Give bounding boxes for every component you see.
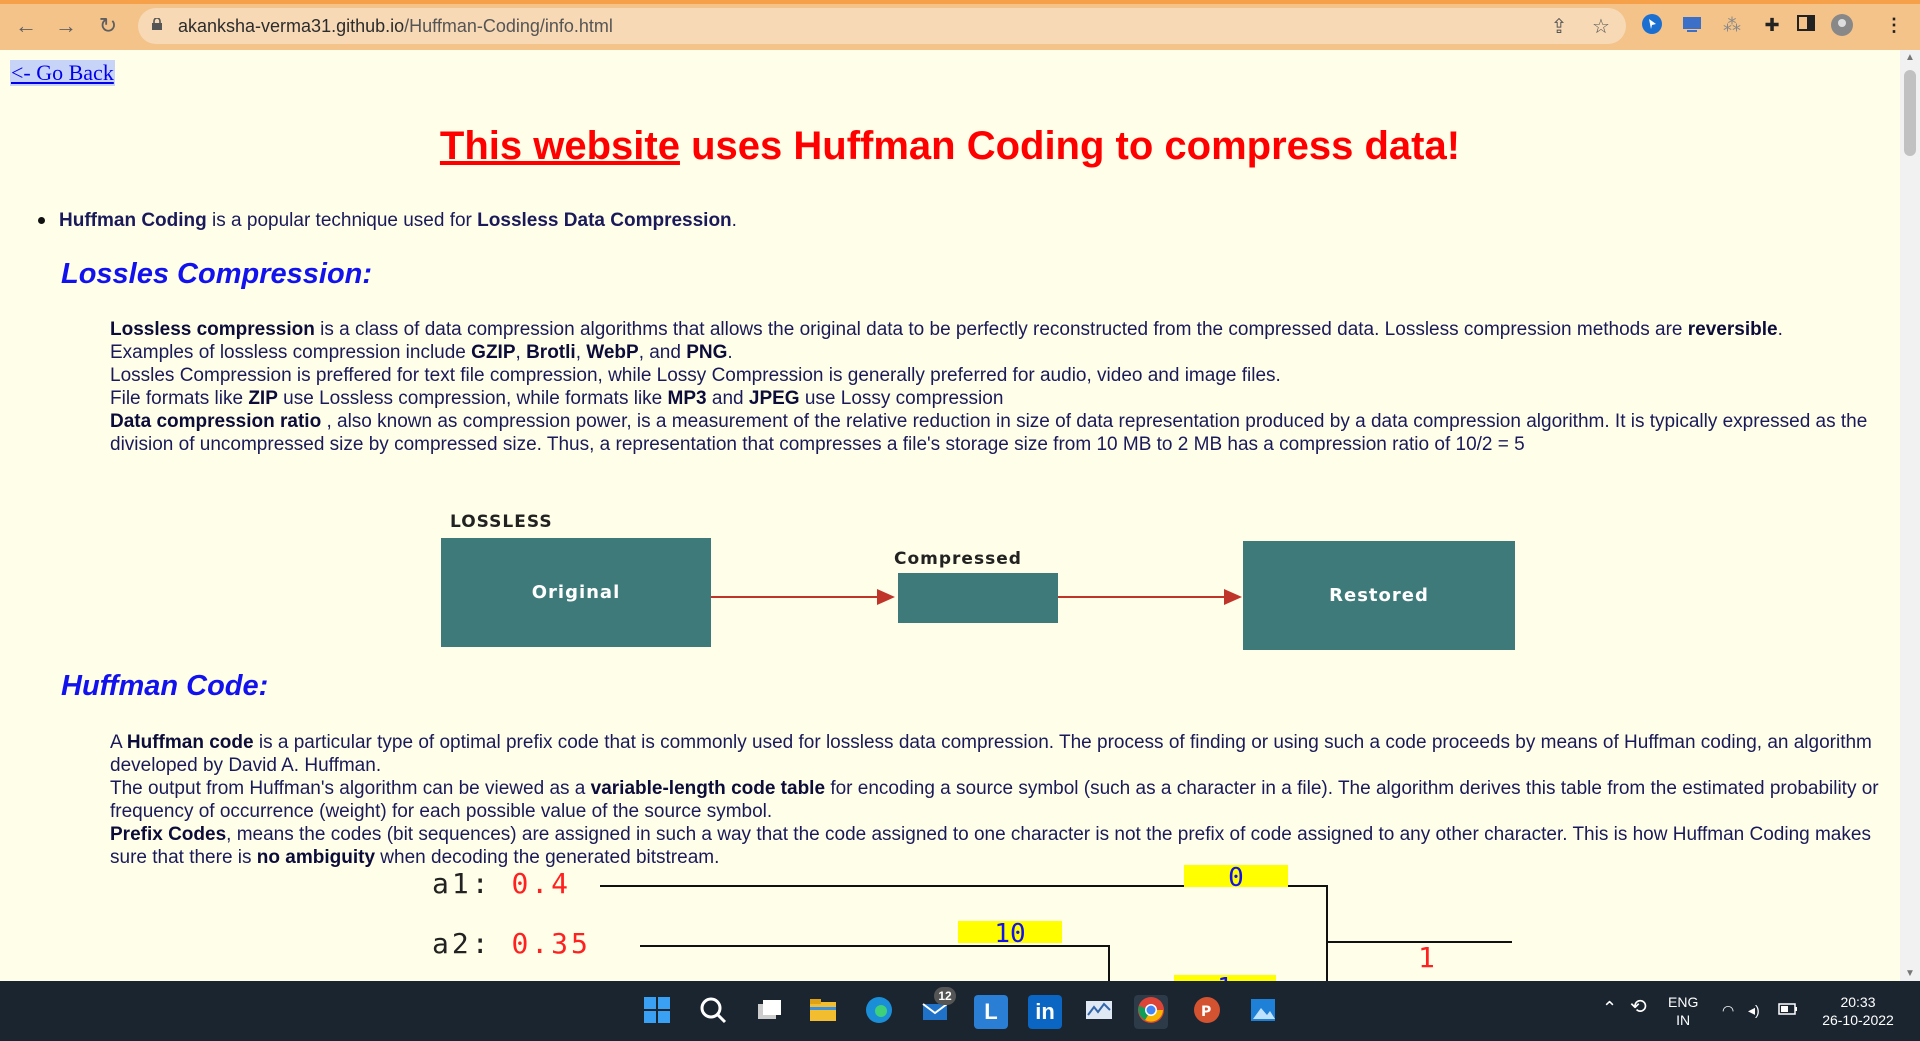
bullet-dot xyxy=(38,217,45,225)
code-label-10: 10 xyxy=(958,921,1062,947)
original-box: Original xyxy=(441,538,711,647)
profile-avatar[interactable] xyxy=(1830,13,1854,37)
tree-vertical-line xyxy=(1326,885,1328,981)
go-back-link[interactable]: <- Go Back xyxy=(10,60,115,86)
mail-badge: 12 xyxy=(934,987,956,1005)
scrollbar-thumb[interactable] xyxy=(1904,70,1916,156)
browser-toolbar: ← → ↻ akanksha-verma31.github.io/Huffman… xyxy=(0,0,1920,50)
powerpoint-icon[interactable]: P xyxy=(1190,995,1224,1029)
chrome-icon[interactable] xyxy=(1134,995,1168,1029)
code-label-0: 0 xyxy=(1184,865,1288,891)
tree-symbol-a1: a1: 0.4 xyxy=(432,867,572,900)
battery-icon[interactable] xyxy=(1778,1001,1798,1019)
back-arrow-icon[interactable]: ← xyxy=(12,12,40,40)
intro-list-item: Huffman Coding is a popular technique us… xyxy=(38,210,737,232)
start-windows-icon[interactable] xyxy=(640,995,674,1029)
tree-vertical-line-2 xyxy=(1108,945,1110,981)
tree-symbol-a2: a2: 0.35 xyxy=(432,927,591,960)
extension-sparkle-icon[interactable]: ⁂ xyxy=(1720,13,1744,37)
search-icon[interactable] xyxy=(696,995,730,1029)
linkedin-icon[interactable]: in xyxy=(1028,995,1062,1029)
windows-taskbar: 12 L in P ⌃ ⟲ ENG IN ◠ ◂) 20:33 26-10-2022 xyxy=(0,981,1920,1041)
lock-icon xyxy=(152,18,162,30)
file-explorer-icon[interactable] xyxy=(806,995,840,1029)
share-icon[interactable]: ⇪ xyxy=(1548,16,1570,38)
diagram-lossless-label: LOSSLESS xyxy=(450,512,553,532)
bookmark-star-icon[interactable]: ☆ xyxy=(1590,16,1612,38)
extension-cursor-icon[interactable] xyxy=(1640,13,1664,37)
address-url[interactable]: akanksha-verma31.github.io/Huffman-Codin… xyxy=(178,8,613,44)
address-bar[interactable]: akanksha-verma31.github.io/Huffman-Codin… xyxy=(138,8,1626,44)
huffman-heading: Huffman Code: xyxy=(61,670,269,702)
extension-screen-icon[interactable] xyxy=(1680,13,1704,37)
lossless-paragraph: Lossless compression is a class of data … xyxy=(110,319,1868,455)
code-label-1: 1 xyxy=(1418,941,1435,974)
lossless-heading: Lossles Compression: xyxy=(61,258,373,290)
stock-chart-app-icon[interactable] xyxy=(1082,995,1116,1029)
app-l-icon[interactable]: L xyxy=(974,995,1008,1029)
clock[interactable]: 20:33 26-10-2022 xyxy=(1818,993,1898,1029)
arrow-to-restored xyxy=(1058,589,1242,605)
reload-icon[interactable]: ↻ xyxy=(94,12,122,40)
menu-kebab-icon[interactable]: ⋮ xyxy=(1882,13,1906,37)
huffman-paragraph: A Huffman code is a particular type of o… xyxy=(110,732,1879,868)
page-title: This website uses Huffman Coding to comp… xyxy=(0,124,1900,169)
sync-icon[interactable]: ⟲ xyxy=(1630,997,1647,1017)
tray-chevron-icon[interactable]: ⌃ xyxy=(1602,999,1617,1017)
side-panel-icon[interactable] xyxy=(1794,13,1818,37)
extensions-puzzle-icon[interactable]: ✚ xyxy=(1760,13,1784,37)
title-text: uses Huffman Coding to compress data! xyxy=(679,124,1461,168)
forward-arrow-icon[interactable]: → xyxy=(52,12,80,40)
task-view-icon[interactable] xyxy=(752,995,786,1029)
intro-text-2: . xyxy=(731,210,737,231)
compressed-label: Compressed xyxy=(894,549,1022,569)
svg-text:P: P xyxy=(1201,1004,1211,1020)
tree-line-a2 xyxy=(640,945,1110,947)
edge-browser-icon[interactable] xyxy=(862,995,896,1029)
lossless-diagram: LOSSLESS Original Compressed Restored xyxy=(0,460,1900,660)
web-page: <- Go Back This website uses Huffman Cod… xyxy=(0,50,1900,981)
intro-bold-1: Huffman Coding xyxy=(59,210,207,231)
compressed-box xyxy=(898,573,1058,623)
restored-box: Restored xyxy=(1243,541,1515,650)
language-indicator[interactable]: ENG IN xyxy=(1668,993,1698,1029)
volume-icon[interactable]: ◂) xyxy=(1748,1001,1760,1019)
intro-bold-2: Lossless Data Compression xyxy=(477,210,732,231)
arrow-to-compressed xyxy=(711,589,895,605)
mail-icon[interactable]: 12 xyxy=(918,987,956,1029)
wifi-icon[interactable]: ◠ xyxy=(1722,1001,1734,1019)
title-website-link[interactable]: This website xyxy=(440,124,680,168)
scroll-up-arrow-icon[interactable]: ▲ xyxy=(1900,52,1920,63)
huffman-tree-diagram: a1: 0.4 0 1 10 a2: 0.35 1 xyxy=(0,865,1900,981)
scroll-down-arrow-icon[interactable]: ▼ xyxy=(1900,968,1920,979)
intro-text-1: is a popular technique used for xyxy=(206,210,478,231)
photos-icon[interactable] xyxy=(1246,995,1280,1029)
page-scrollbar[interactable]: ▲ ▼ xyxy=(1900,50,1920,981)
tab-strip-edge xyxy=(0,0,1920,4)
